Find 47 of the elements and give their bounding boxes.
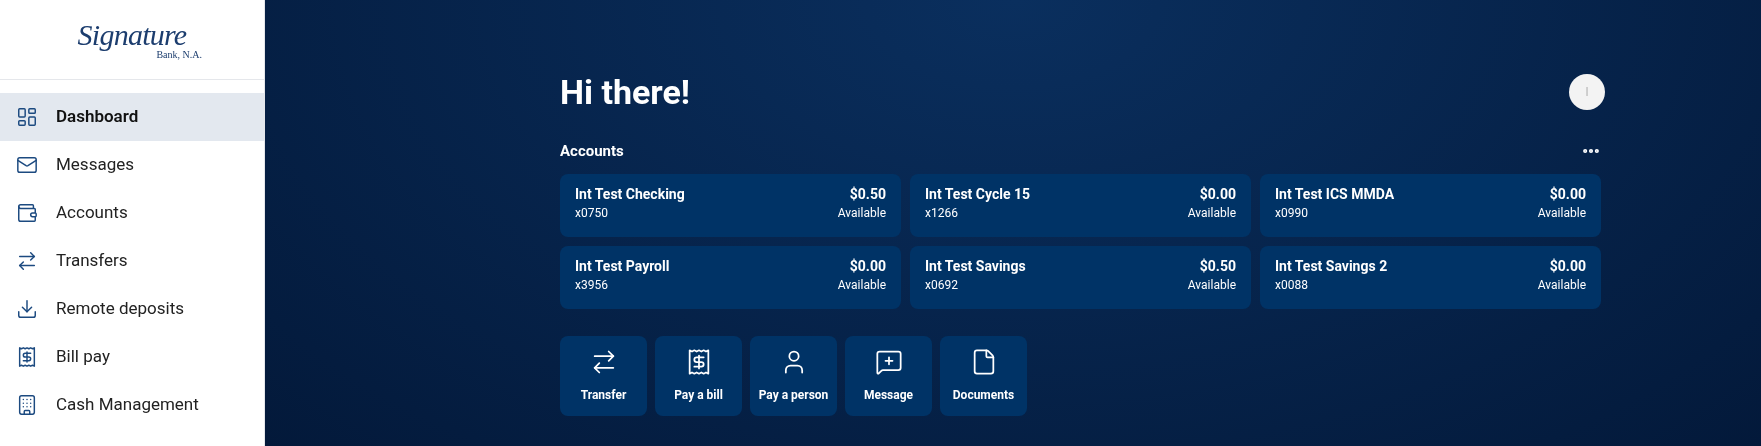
quick-action-button[interactable]: Message xyxy=(845,335,932,416)
account-name: Int Test Cycle 15 xyxy=(925,185,1031,203)
account-balance: $0.00 xyxy=(1549,185,1586,203)
account-number: x0088 xyxy=(1275,278,1309,293)
quick-action-button[interactable]: Transfer xyxy=(560,335,647,416)
balance-status: Available xyxy=(1187,206,1236,221)
download-icon xyxy=(16,298,38,320)
account-balance: $0.50 xyxy=(849,185,886,203)
account-number: x0750 xyxy=(575,206,609,221)
quick-action-button[interactable]: Documents xyxy=(940,335,1027,416)
balance-status: Available xyxy=(1537,206,1586,221)
account-name: Int Test Savings 2 xyxy=(1275,257,1388,275)
greeting-heading: Hi there! xyxy=(560,75,691,109)
arrows-icon xyxy=(16,250,38,272)
balance-status: Available xyxy=(1187,278,1236,293)
logo-subtitle: Bank, N.A. xyxy=(156,49,202,60)
account-card[interactable]: Int Test ICS MMDA x0990 $0.00 Available xyxy=(1260,173,1601,237)
account-card[interactable]: Int Test Savings 2 x0088 $0.00 Available xyxy=(1260,245,1601,309)
dashboard-icon xyxy=(16,106,38,128)
account-number: x1266 xyxy=(925,206,959,221)
balance-status: Available xyxy=(837,206,886,221)
balance-status: Available xyxy=(1537,278,1586,293)
wallet-icon xyxy=(16,202,38,224)
section-title: Accounts xyxy=(560,141,624,162)
quick-action-button[interactable]: Pay a person xyxy=(750,335,837,416)
account-name: Int Test Checking xyxy=(575,185,685,203)
account-card[interactable]: Int Test Checking x0750 $0.50 Available xyxy=(560,173,901,237)
quick-action-button[interactable]: Pay a bill xyxy=(655,335,742,416)
account-number: x0990 xyxy=(1275,206,1309,221)
receipt-icon xyxy=(16,346,38,368)
account-card[interactable]: Int Test Cycle 15 x1266 $0.00 Available xyxy=(910,173,1251,237)
account-card[interactable]: Int Test Savings x0692 $0.50 Available xyxy=(910,245,1251,309)
sidebar-item[interactable]: Dashboard xyxy=(0,93,264,141)
building-icon xyxy=(16,394,38,416)
account-name: Int Test ICS MMDA xyxy=(1275,185,1395,203)
account-name: Int Test Savings xyxy=(925,257,1026,275)
account-name: Int Test Payroll xyxy=(575,257,670,275)
account-balance: $0.00 xyxy=(849,257,886,275)
account-balance: $0.00 xyxy=(1199,185,1236,203)
account-number: x3956 xyxy=(575,278,609,293)
account-card[interactable]: Int Test Payroll x3956 $0.00 Available xyxy=(560,245,901,309)
account-number: x0692 xyxy=(925,278,959,293)
account-balance: $0.00 xyxy=(1549,257,1586,275)
envelope-icon xyxy=(16,154,38,176)
logo-script: Signature xyxy=(77,19,187,50)
account-balance: $0.50 xyxy=(1199,257,1236,275)
balance-status: Available xyxy=(837,278,886,293)
